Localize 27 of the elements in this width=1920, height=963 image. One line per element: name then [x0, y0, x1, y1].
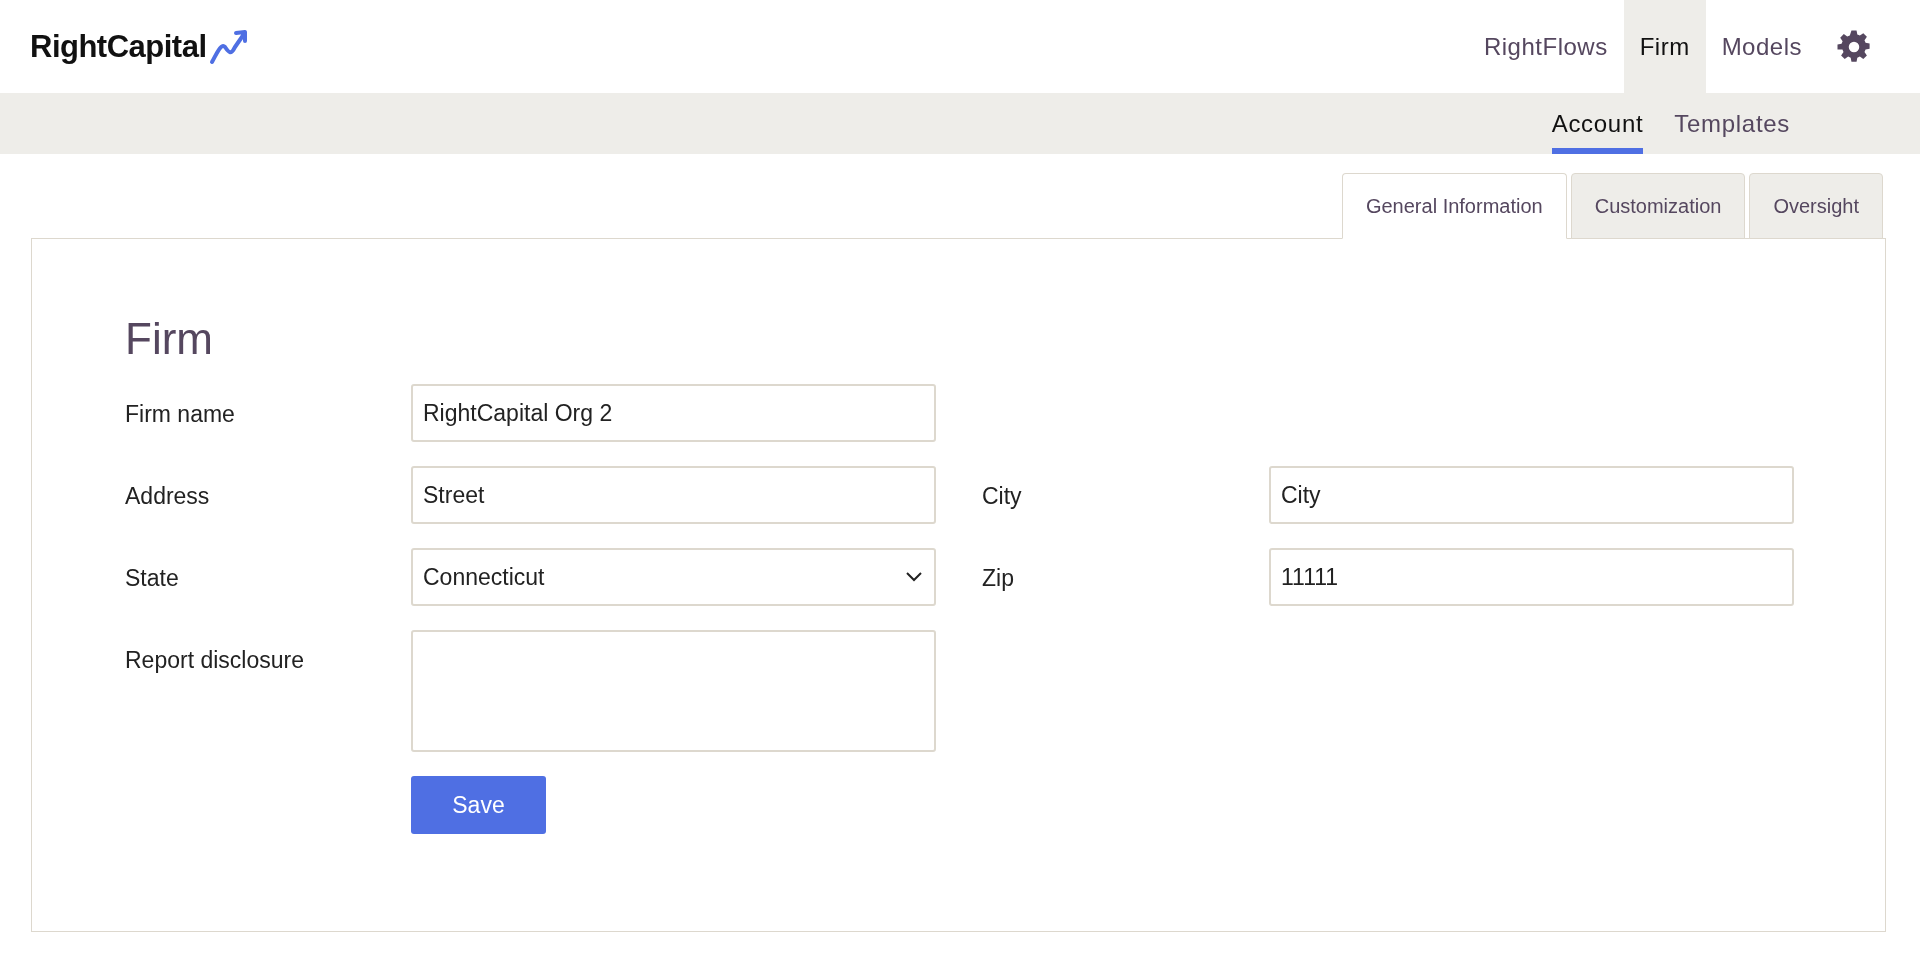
field-label: Address — [125, 482, 211, 511]
field-label: Report disclosure — [125, 646, 305, 675]
subnav-tab[interactable]: Account — [1551, 93, 1644, 154]
field-label: Zip — [981, 564, 1015, 593]
textarea-field[interactable] — [411, 630, 936, 752]
nav-link[interactable]: RightFlows — [1467, 0, 1624, 93]
chevron-down-icon — [906, 572, 922, 582]
trend-arrow-icon — [208, 28, 249, 65]
tab[interactable]: Oversight — [1749, 173, 1883, 239]
field-label: State — [125, 564, 180, 593]
nav-link[interactable]: Firm — [1623, 0, 1706, 93]
select-value: Connecticut — [423, 563, 545, 591]
input-field[interactable]: RightCapital Org 2 — [411, 384, 936, 442]
tab[interactable]: General Information — [1341, 173, 1567, 239]
field-label: City — [981, 482, 1023, 511]
subnav-tab[interactable]: Templates — [1674, 93, 1790, 154]
state-select[interactable]: Connecticut — [411, 548, 936, 606]
input-field[interactable]: 11111 — [1269, 548, 1794, 606]
nav-link[interactable]: Models — [1705, 0, 1818, 93]
settings-icon[interactable] — [1836, 28, 1872, 65]
logo-text: RightCapital — [30, 28, 207, 65]
field-label: Firm name — [125, 400, 236, 429]
save-button[interactable]: Save — [411, 776, 546, 834]
section-title: Firm — [125, 314, 214, 364]
tab[interactable]: Customization — [1570, 173, 1746, 239]
input-field[interactable]: Street — [411, 466, 936, 524]
input-field[interactable]: City — [1269, 466, 1794, 524]
